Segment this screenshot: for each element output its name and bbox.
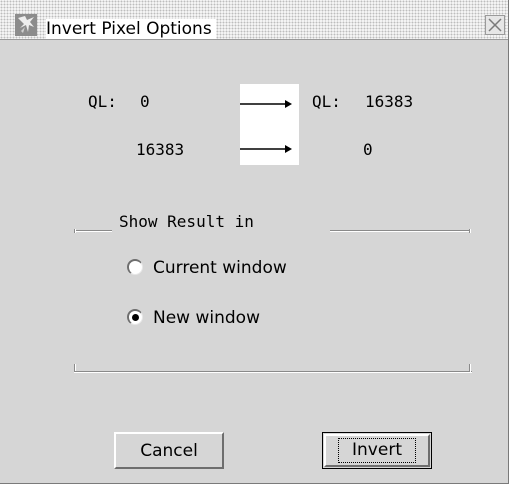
invert-button-bevel: Invert bbox=[324, 434, 430, 467]
from-ql-label: QL: bbox=[88, 92, 117, 111]
group-frame-right bbox=[469, 229, 471, 233]
from-ql-value: 0 bbox=[140, 92, 150, 111]
to-value-2: 0 bbox=[363, 140, 373, 159]
title-bar[interactable]: Invert Pixel Options bbox=[0, 0, 508, 40]
group-frame-top-left bbox=[74, 230, 112, 232]
radio-new-window[interactable] bbox=[127, 309, 143, 325]
invert-button[interactable]: Invert bbox=[322, 432, 432, 469]
to-ql-label: QL: bbox=[312, 92, 341, 111]
radio-current-window[interactable] bbox=[127, 259, 143, 275]
group-frame-top-right bbox=[330, 230, 470, 232]
group-frame-left bbox=[74, 229, 76, 233]
radio-selected-dot bbox=[132, 314, 139, 321]
app-window-icon[interactable] bbox=[15, 14, 37, 36]
right-arrow-icon bbox=[240, 100, 292, 153]
radio-label-new-window[interactable]: New window bbox=[153, 308, 260, 328]
invert-button-label: Invert bbox=[338, 438, 416, 463]
to-ql-value: 16383 bbox=[365, 92, 414, 111]
arrow-panel bbox=[240, 84, 299, 165]
group-frame-bottom-right-corner bbox=[469, 364, 471, 372]
cancel-button[interactable]: Cancel bbox=[114, 432, 224, 469]
close-icon[interactable] bbox=[485, 15, 505, 35]
radio-label-current-window[interactable]: Current window bbox=[153, 258, 287, 278]
window-title: Invert Pixel Options bbox=[46, 19, 216, 39]
from-value-2: 16383 bbox=[136, 140, 185, 159]
invert-pixel-options-dialog: Invert Pixel Options QL: 0 16383 QL: 163… bbox=[0, 0, 509, 484]
group-frame-bottom bbox=[74, 371, 472, 373]
group-label: Show Result in bbox=[119, 212, 254, 231]
